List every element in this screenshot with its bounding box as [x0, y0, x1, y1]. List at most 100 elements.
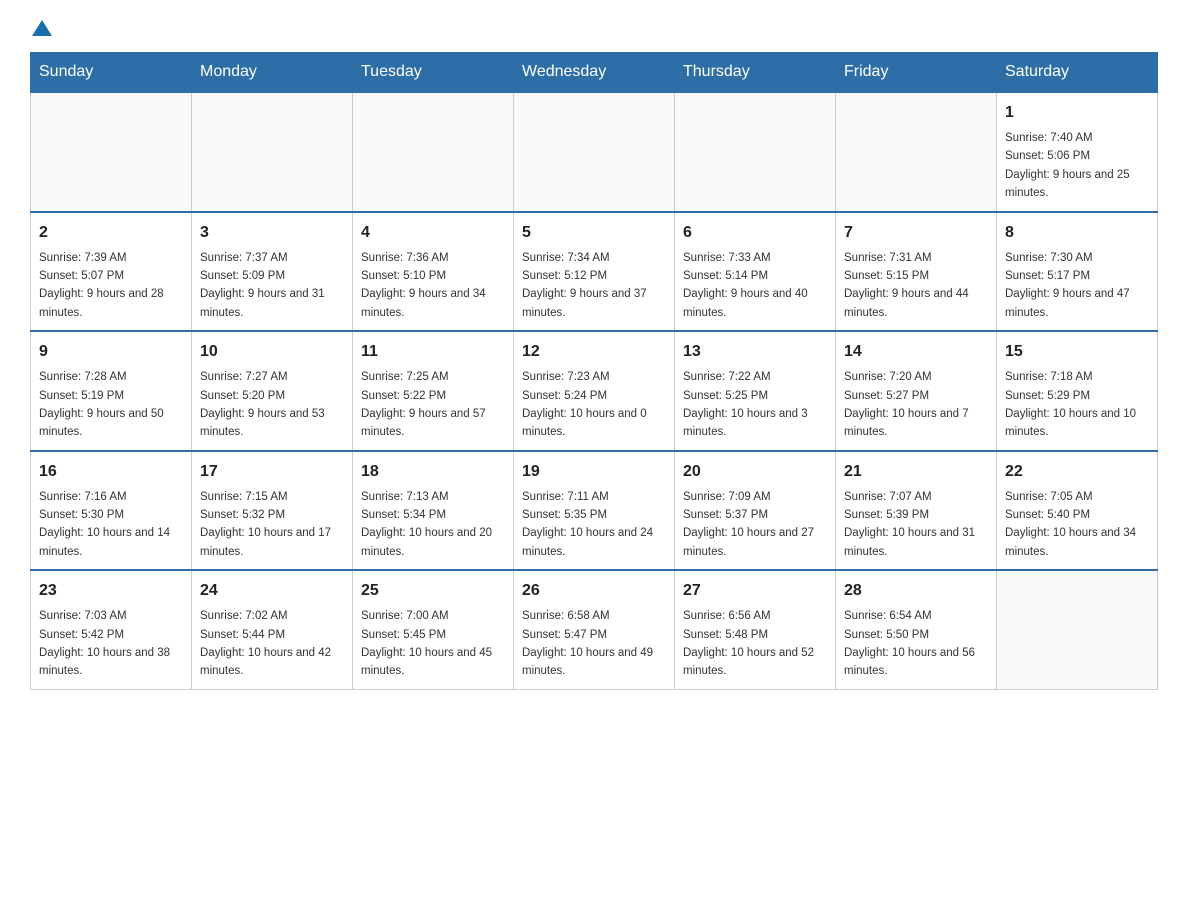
day-info: Sunrise: 7:00 AMSunset: 5:45 PMDaylight:… — [361, 607, 505, 681]
day-number: 3 — [200, 221, 344, 245]
calendar-cell: 12 Sunrise: 7:23 AMSunset: 5:24 PMDayligh… — [514, 331, 675, 451]
day-number: 22 — [1005, 460, 1149, 484]
day-info: Sunrise: 7:05 AMSunset: 5:40 PMDaylight:… — [1005, 488, 1149, 562]
calendar-cell: 22 Sunrise: 7:05 AMSunset: 5:40 PMDayligh… — [997, 451, 1158, 571]
day-info: Sunrise: 7:22 AMSunset: 5:25 PMDaylight:… — [683, 368, 827, 442]
calendar-cell: 25 Sunrise: 7:00 AMSunset: 5:45 PMDayligh… — [353, 570, 514, 689]
calendar-cell: 3 Sunrise: 7:37 AMSunset: 5:09 PMDaylight… — [192, 212, 353, 332]
day-number: 7 — [844, 221, 988, 245]
day-info: Sunrise: 7:31 AMSunset: 5:15 PMDaylight:… — [844, 249, 988, 323]
logo-triangle-icon — [32, 20, 52, 36]
calendar-header-row: SundayMondayTuesdayWednesdayThursdayFrid… — [31, 53, 1158, 93]
day-info: Sunrise: 7:13 AMSunset: 5:34 PMDaylight:… — [361, 488, 505, 562]
day-header-sunday: Sunday — [31, 53, 192, 93]
calendar-cell: 15 Sunrise: 7:18 AMSunset: 5:29 PMDayligh… — [997, 331, 1158, 451]
calendar-cell: 9Sunrise: 7:28 AMSunset: 5:19 PMDaylight… — [31, 331, 192, 451]
day-info: Sunrise: 7:30 AMSunset: 5:17 PMDaylight:… — [1005, 249, 1149, 323]
day-number: 18 — [361, 460, 505, 484]
calendar-cell: 14Sunrise: 7:20 AMSunset: 5:27 PMDayligh… — [836, 331, 997, 451]
calendar-cell: 26 Sunrise: 6:58 AMSunset: 5:47 PMDayligh… — [514, 570, 675, 689]
calendar-cell — [31, 92, 192, 212]
day-number: 16 — [39, 460, 183, 484]
calendar-cell: 20 Sunrise: 7:09 AMSunset: 5:37 PMDayligh… — [675, 451, 836, 571]
day-info: Sunrise: 7:25 AMSunset: 5:22 PMDaylight:… — [361, 368, 505, 442]
calendar-cell — [675, 92, 836, 212]
day-number: 15 — [1005, 340, 1149, 364]
day-info: Sunrise: 7:09 AMSunset: 5:37 PMDaylight:… — [683, 488, 827, 562]
calendar-cell — [997, 570, 1158, 689]
calendar-cell: 13 Sunrise: 7:22 AMSunset: 5:25 PMDayligh… — [675, 331, 836, 451]
day-number: 27 — [683, 579, 827, 603]
day-number: 26 — [522, 579, 666, 603]
day-info: Sunrise: 7:33 AMSunset: 5:14 PMDaylight:… — [683, 249, 827, 323]
calendar-cell: 24 Sunrise: 7:02 AMSunset: 5:44 PMDayligh… — [192, 570, 353, 689]
day-info: Sunrise: 7:40 AMSunset: 5:06 PMDaylight:… — [1005, 129, 1149, 203]
calendar-cell: 17 Sunrise: 7:15 AMSunset: 5:32 PMDayligh… — [192, 451, 353, 571]
day-number: 8 — [1005, 221, 1149, 245]
day-info: Sunrise: 7:15 AMSunset: 5:32 PMDaylight:… — [200, 488, 344, 562]
calendar-cell: 6 Sunrise: 7:33 AMSunset: 5:14 PMDaylight… — [675, 212, 836, 332]
logo — [30, 20, 54, 36]
week-row-1: 1 Sunrise: 7:40 AMSunset: 5:06 PMDaylight… — [31, 92, 1158, 212]
calendar-cell: 16 Sunrise: 7:16 AMSunset: 5:30 PMDayligh… — [31, 451, 192, 571]
day-number: 28 — [844, 579, 988, 603]
calendar-cell: 5 Sunrise: 7:34 AMSunset: 5:12 PMDaylight… — [514, 212, 675, 332]
day-number: 9 — [39, 340, 183, 364]
day-info: Sunrise: 7:18 AMSunset: 5:29 PMDaylight:… — [1005, 368, 1149, 442]
week-row-2: 2 Sunrise: 7:39 AMSunset: 5:07 PMDaylight… — [31, 212, 1158, 332]
day-info: Sunrise: 7:39 AMSunset: 5:07 PMDaylight:… — [39, 249, 183, 323]
day-info: Sunrise: 7:20 AMSunset: 5:27 PMDaylight:… — [844, 368, 988, 442]
day-info: Sunrise: 7:11 AMSunset: 5:35 PMDaylight:… — [522, 488, 666, 562]
day-number: 24 — [200, 579, 344, 603]
day-number: 25 — [361, 579, 505, 603]
day-header-monday: Monday — [192, 53, 353, 93]
day-number: 12 — [522, 340, 666, 364]
day-number: 5 — [522, 221, 666, 245]
week-row-3: 9Sunrise: 7:28 AMSunset: 5:19 PMDaylight… — [31, 331, 1158, 451]
day-info: Sunrise: 6:56 AMSunset: 5:48 PMDaylight:… — [683, 607, 827, 681]
calendar-cell: 1 Sunrise: 7:40 AMSunset: 5:06 PMDaylight… — [997, 92, 1158, 212]
calendar-cell — [353, 92, 514, 212]
day-number: 6 — [683, 221, 827, 245]
calendar-cell: 21Sunrise: 7:07 AMSunset: 5:39 PMDayligh… — [836, 451, 997, 571]
day-header-saturday: Saturday — [997, 53, 1158, 93]
calendar-cell — [514, 92, 675, 212]
calendar-cell: 18 Sunrise: 7:13 AMSunset: 5:34 PMDayligh… — [353, 451, 514, 571]
day-info: Sunrise: 7:27 AMSunset: 5:20 PMDaylight:… — [200, 368, 344, 442]
day-number: 20 — [683, 460, 827, 484]
calendar-cell: 23 Sunrise: 7:03 AMSunset: 5:42 PMDayligh… — [31, 570, 192, 689]
day-number: 4 — [361, 221, 505, 245]
calendar-cell: 19 Sunrise: 7:11 AMSunset: 5:35 PMDayligh… — [514, 451, 675, 571]
page-header — [30, 20, 1158, 36]
calendar-cell: 4Sunrise: 7:36 AMSunset: 5:10 PMDaylight… — [353, 212, 514, 332]
day-info: Sunrise: 7:34 AMSunset: 5:12 PMDaylight:… — [522, 249, 666, 323]
day-info: Sunrise: 6:54 AMSunset: 5:50 PMDaylight:… — [844, 607, 988, 681]
week-row-5: 23 Sunrise: 7:03 AMSunset: 5:42 PMDayligh… — [31, 570, 1158, 689]
calendar-cell: 11Sunrise: 7:25 AMSunset: 5:22 PMDayligh… — [353, 331, 514, 451]
calendar-cell — [836, 92, 997, 212]
calendar-table: SundayMondayTuesdayWednesdayThursdayFrid… — [30, 52, 1158, 690]
calendar-cell: 8 Sunrise: 7:30 AMSunset: 5:17 PMDaylight… — [997, 212, 1158, 332]
day-info: Sunrise: 7:16 AMSunset: 5:30 PMDaylight:… — [39, 488, 183, 562]
day-number: 17 — [200, 460, 344, 484]
calendar-cell: 10 Sunrise: 7:27 AMSunset: 5:20 PMDayligh… — [192, 331, 353, 451]
day-info: Sunrise: 7:23 AMSunset: 5:24 PMDaylight:… — [522, 368, 666, 442]
day-number: 2 — [39, 221, 183, 245]
day-header-thursday: Thursday — [675, 53, 836, 93]
day-info: Sunrise: 7:02 AMSunset: 5:44 PMDaylight:… — [200, 607, 344, 681]
calendar-cell — [192, 92, 353, 212]
day-number: 19 — [522, 460, 666, 484]
day-header-friday: Friday — [836, 53, 997, 93]
day-number: 1 — [1005, 101, 1149, 125]
calendar-cell: 28 Sunrise: 6:54 AMSunset: 5:50 PMDayligh… — [836, 570, 997, 689]
day-info: Sunrise: 7:07 AMSunset: 5:39 PMDaylight:… — [844, 488, 988, 562]
day-header-wednesday: Wednesday — [514, 53, 675, 93]
day-number: 13 — [683, 340, 827, 364]
day-header-tuesday: Tuesday — [353, 53, 514, 93]
day-number: 23 — [39, 579, 183, 603]
day-info: Sunrise: 6:58 AMSunset: 5:47 PMDaylight:… — [522, 607, 666, 681]
day-info: Sunrise: 7:03 AMSunset: 5:42 PMDaylight:… — [39, 607, 183, 681]
day-info: Sunrise: 7:37 AMSunset: 5:09 PMDaylight:… — [200, 249, 344, 323]
calendar-cell: 27 Sunrise: 6:56 AMSunset: 5:48 PMDayligh… — [675, 570, 836, 689]
day-number: 10 — [200, 340, 344, 364]
